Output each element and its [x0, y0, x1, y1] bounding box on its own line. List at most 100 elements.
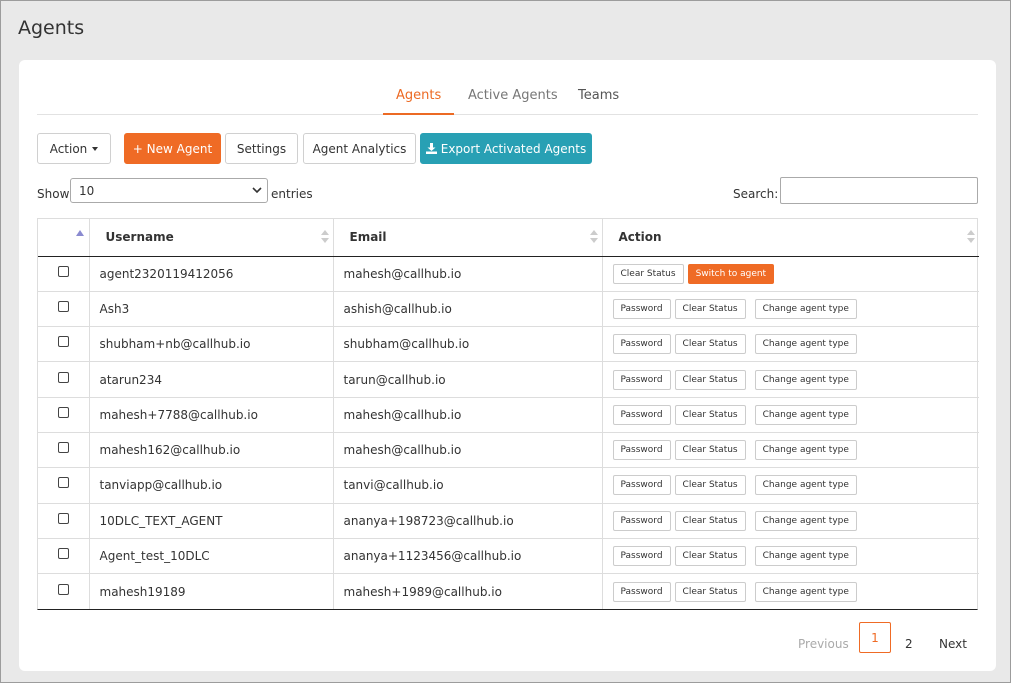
- password-button[interactable]: Password: [612, 581, 671, 602]
- switch-to-agent-button[interactable]: Switch to agent: [687, 263, 775, 284]
- table-row: agent2320119412056 mahesh@callhub.io Cle…: [38, 256, 979, 292]
- change-agent-type-button[interactable]: Change agent type: [754, 510, 857, 531]
- action-cell: Password Clear Status Change agent type: [602, 290, 979, 327]
- action-dropdown-button[interactable]: Action: [37, 133, 111, 164]
- password-button[interactable]: Password: [612, 369, 671, 390]
- password-button[interactable]: Password: [612, 440, 671, 461]
- clear-status-button[interactable]: Clear Status: [674, 475, 746, 496]
- tab-bar: Agents Active Agents Teams: [37, 86, 978, 115]
- change-agent-type-button[interactable]: Change agent type: [754, 334, 857, 355]
- row-checkbox[interactable]: [57, 371, 69, 383]
- pagination-page-2[interactable]: 2: [905, 637, 913, 651]
- chevron-down-icon: [252, 187, 262, 194]
- clear-status-button[interactable]: Clear Status: [674, 369, 746, 390]
- select-column-header[interactable]: [38, 219, 90, 257]
- change-agent-type-button[interactable]: Change agent type: [754, 581, 857, 602]
- sort-icon: [589, 230, 598, 244]
- email-header-label: Email: [349, 230, 387, 245]
- change-agent-type-button[interactable]: Change agent type: [754, 546, 857, 567]
- password-button[interactable]: Password: [612, 546, 671, 567]
- email-cell: mahesh@callhub.io: [333, 396, 603, 433]
- change-agent-type-button[interactable]: Change agent type: [754, 404, 857, 425]
- username-column-header[interactable]: Username: [89, 219, 334, 257]
- row-checkbox[interactable]: [57, 512, 69, 524]
- username-cell: mahesh19189: [89, 573, 334, 609]
- email-cell: mahesh+1989@callhub.io: [333, 573, 603, 609]
- clear-status-button[interactable]: Clear Status: [674, 581, 746, 602]
- row-checkbox[interactable]: [57, 336, 69, 348]
- action-cell: Clear Status Switch to agent: [602, 256, 979, 291]
- entries-selected-value: 10: [79, 183, 95, 198]
- table-row: mahesh19189 mahesh+1989@callhub.io Passw…: [38, 573, 979, 609]
- change-agent-type-button[interactable]: Change agent type: [754, 475, 857, 496]
- tab-teams[interactable]: Teams: [578, 88, 619, 113]
- password-button[interactable]: Password: [612, 510, 671, 531]
- email-cell: ashish@callhub.io: [333, 290, 603, 327]
- tab-active-agents[interactable]: Active Agents: [468, 88, 558, 113]
- username-cell: shubham+nb@callhub.io: [89, 326, 334, 362]
- username-cell: 10DLC_TEXT_AGENT: [89, 502, 334, 539]
- agents-table: Username Email Action agent2320119412056…: [37, 218, 979, 610]
- pagination-previous[interactable]: Previous: [798, 637, 849, 651]
- entries-select[interactable]: 10: [70, 178, 268, 203]
- row-checkbox[interactable]: [57, 300, 69, 312]
- new-agent-button[interactable]: + New Agent: [124, 133, 221, 164]
- password-button[interactable]: Password: [612, 404, 671, 425]
- row-checkbox[interactable]: [57, 583, 69, 595]
- clear-status-button[interactable]: Clear Status: [674, 298, 746, 319]
- action-cell: Password Clear Status Change agent type: [602, 502, 979, 539]
- sort-ascending-icon: [76, 230, 84, 236]
- username-cell: Agent_test_10DLC: [89, 537, 334, 574]
- email-cell: tanvi@callhub.io: [333, 467, 603, 504]
- sort-icon: [967, 230, 975, 244]
- tab-agents[interactable]: Agents: [383, 88, 455, 115]
- username-cell: mahesh162@callhub.io: [89, 431, 334, 468]
- change-agent-type-button[interactable]: Change agent type: [754, 440, 857, 461]
- email-cell: mahesh@callhub.io: [333, 431, 603, 468]
- password-button[interactable]: Password: [612, 334, 671, 355]
- table-row: mahesh+7788@callhub.io mahesh@callhub.io…: [38, 396, 979, 433]
- clear-status-button[interactable]: Clear Status: [674, 440, 746, 461]
- password-button[interactable]: Password: [612, 298, 671, 319]
- search-label: Search:: [733, 187, 779, 201]
- pagination-next[interactable]: Next: [939, 637, 967, 651]
- change-agent-type-button[interactable]: Change agent type: [754, 298, 857, 319]
- clear-status-button[interactable]: Clear Status: [612, 263, 684, 284]
- clear-status-button[interactable]: Clear Status: [674, 546, 746, 567]
- action-column-header[interactable]: Action: [602, 219, 979, 257]
- row-checkbox[interactable]: [57, 548, 69, 560]
- email-cell: ananya+1123456@callhub.io: [333, 537, 603, 574]
- entries-label: entries: [271, 187, 313, 201]
- table-row: Ash3 ashish@callhub.io Password Clear Sta…: [38, 290, 979, 327]
- row-checkbox[interactable]: [57, 477, 69, 489]
- action-dropdown-label: Action: [49, 141, 88, 156]
- clear-status-button[interactable]: Clear Status: [674, 404, 746, 425]
- email-cell: ananya+198723@callhub.io: [333, 502, 603, 539]
- row-checkbox[interactable]: [57, 265, 69, 277]
- export-activated-agents-button[interactable]: Export Activated Agents: [420, 133, 592, 164]
- username-cell: agent2320119412056: [89, 256, 334, 292]
- settings-button[interactable]: Settings: [225, 133, 298, 164]
- search-input[interactable]: [780, 177, 978, 204]
- table-row: mahesh162@callhub.io mahesh@callhub.io P…: [38, 431, 979, 468]
- password-button[interactable]: Password: [612, 475, 671, 496]
- table-row: tanviapp@callhub.io tanvi@callhub.io Pas…: [38, 467, 979, 504]
- email-column-header[interactable]: Email: [333, 219, 603, 257]
- email-cell: shubham@callhub.io: [333, 326, 603, 362]
- action-cell: Password Clear Status Change agent type: [602, 537, 979, 574]
- pagination-page-1[interactable]: 1: [859, 622, 891, 653]
- agent-analytics-button[interactable]: Agent Analytics: [303, 133, 416, 164]
- username-cell: Ash3: [89, 290, 334, 327]
- change-agent-type-button[interactable]: Change agent type: [754, 369, 857, 390]
- clear-status-button[interactable]: Clear Status: [674, 334, 746, 355]
- clear-status-button[interactable]: Clear Status: [674, 510, 746, 531]
- action-cell: Password Clear Status Change agent type: [602, 467, 979, 504]
- table-header-row: Username Email Action: [38, 219, 979, 257]
- page-title: Agents: [18, 17, 85, 39]
- row-checkbox[interactable]: [57, 442, 69, 454]
- export-label: Export Activated Agents: [440, 141, 587, 156]
- username-cell: tanviapp@callhub.io: [89, 467, 334, 504]
- row-checkbox[interactable]: [57, 406, 69, 418]
- username-header-label: Username: [105, 230, 174, 245]
- action-cell: Password Clear Status Change agent type: [602, 361, 979, 398]
